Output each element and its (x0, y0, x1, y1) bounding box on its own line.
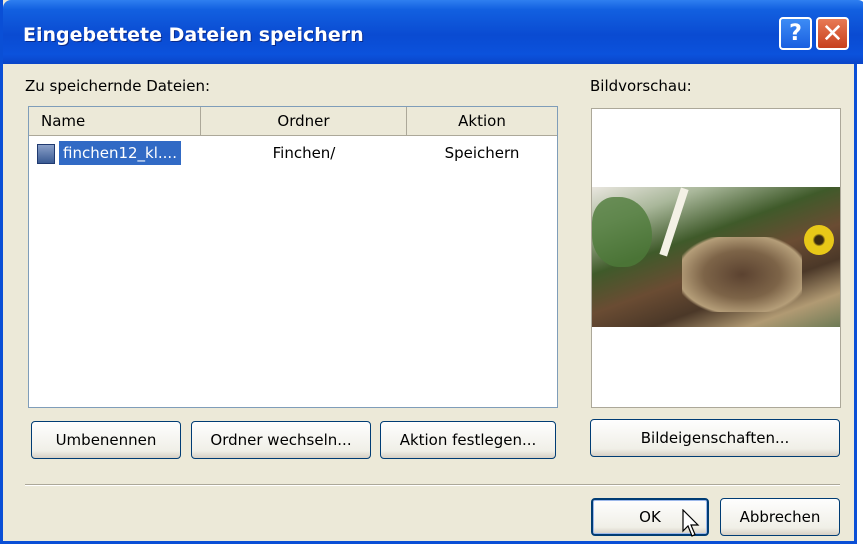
column-header-name[interactable]: Name (29, 107, 201, 135)
list-header: Name Ordner Aktion (29, 107, 557, 136)
files-label: Zu speichernde Dateien: (25, 77, 211, 95)
rename-button[interactable]: Umbenennen (31, 421, 181, 459)
dialog-window: Eingebettete Dateien speichern ? ✕ Zu sp… (0, 0, 863, 544)
window-title: Eingebettete Dateien speichern (23, 24, 364, 46)
change-folder-button[interactable]: Ordner wechseln... (191, 421, 371, 459)
preview-image (592, 187, 840, 327)
mouse-cursor-icon (682, 509, 700, 537)
image-properties-button[interactable]: Bildeigenschaften... (590, 419, 840, 457)
image-file-icon (37, 144, 55, 164)
title-bar[interactable]: Eingebettete Dateien speichern ? ✕ (3, 0, 863, 64)
help-icon: ? (789, 21, 802, 46)
row-ordner-cell: Finchen/ (272, 144, 336, 162)
row-name-cell[interactable]: finchen12_kl.... (59, 141, 181, 165)
separator (25, 484, 840, 486)
image-preview (591, 108, 841, 408)
close-icon: ✕ (821, 18, 844, 49)
column-header-ordner[interactable]: Ordner (201, 107, 407, 135)
row-aktion-cell: Speichern (444, 144, 520, 162)
table-row[interactable]: finchen12_kl.... Finchen/ Speichern (29, 137, 557, 167)
files-list[interactable]: Name Ordner Aktion finchen12_kl.... Finc… (28, 106, 558, 408)
set-action-button[interactable]: Aktion festlegen... (380, 421, 556, 459)
help-button[interactable]: ? (779, 17, 812, 50)
column-header-aktion[interactable]: Aktion (407, 107, 557, 135)
cancel-button[interactable]: Abbrechen (720, 498, 840, 536)
preview-label: Bildvorschau: (590, 77, 692, 95)
close-button[interactable]: ✕ (816, 17, 849, 50)
